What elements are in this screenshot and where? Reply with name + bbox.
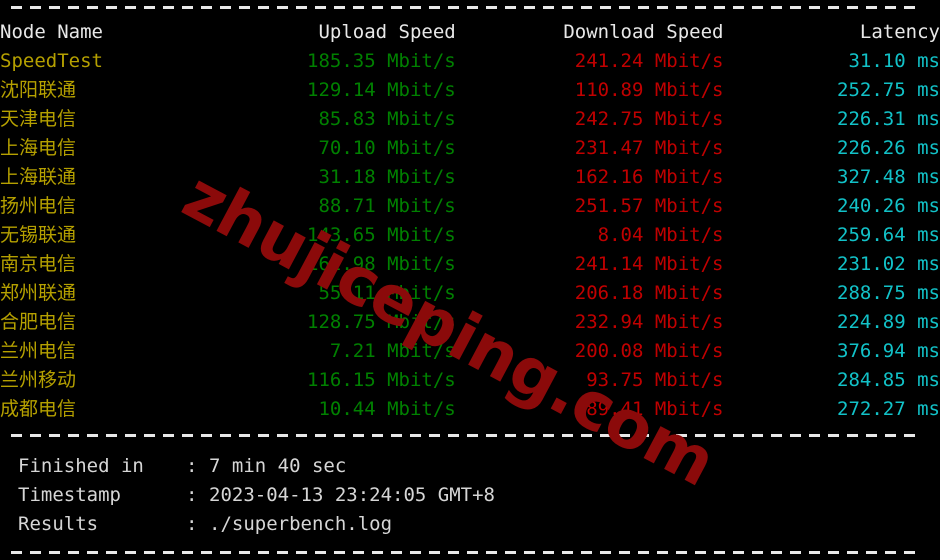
cell-download-speed: 162.16 Mbit/s (574, 166, 724, 188)
cell-latency: 226.26 ms (837, 137, 940, 159)
cell-latency: 226.31 ms (837, 108, 940, 130)
cell-upload-speed: 7.21 Mbit/s (329, 340, 456, 362)
column-header-latency: Latency (859, 21, 940, 43)
cell-node-name: 上海联通 (0, 166, 77, 188)
cell-download-speed: 110.89 Mbit/s (574, 79, 724, 101)
table-row: 成都电信 10.44 Mbit/s 189.41 Mbit/s 272.27 ms (0, 395, 940, 424)
cell-latency: 327.48 ms (837, 166, 940, 188)
footer-value: ./superbench.log (209, 513, 393, 535)
cell-node-name: 兰州移动 (0, 369, 77, 391)
cell-node-name: 成都电信 (0, 398, 77, 420)
table-row: 天津电信 85.83 Mbit/s 242.75 Mbit/s 226.31 ms (0, 105, 940, 134)
cell-latency: 252.75 ms (837, 79, 940, 101)
cell-node-name: 无锡联通 (0, 224, 77, 246)
cell-latency: 231.02 ms (837, 253, 940, 275)
footer-value: 7 min 40 sec (209, 455, 347, 477)
table-row: 合肥电信 128.75 Mbit/s 232.94 Mbit/s 224.89 ms (0, 308, 940, 337)
cell-upload-speed: 85.83 Mbit/s (318, 108, 456, 130)
cell-node-name: 扬州电信 (0, 195, 77, 217)
cell-download-speed: 241.24 Mbit/s (574, 50, 724, 72)
separator-middle (11, 434, 920, 437)
column-header-node-name: Node Name (0, 21, 103, 43)
cell-download-speed: 242.75 Mbit/s (574, 108, 724, 130)
cell-latency: 259.64 ms (837, 224, 940, 246)
cell-node-name: 郑州联通 (0, 282, 77, 304)
column-header-download-speed: Download Speed (563, 21, 724, 43)
cell-upload-speed: 70.10 Mbit/s (318, 137, 456, 159)
table-row: 郑州联通 55.11 Mbit/s 206.18 Mbit/s 288.75 ms (0, 279, 940, 308)
cell-node-name: 沈阳联通 (0, 79, 77, 101)
cell-node-name: 兰州电信 (0, 340, 77, 362)
terminal-window: Node Name Upload Speed Download Speed La… (0, 0, 940, 560)
cell-upload-speed: 128.75 Mbit/s (307, 311, 456, 333)
cell-upload-speed: 55.11 Mbit/s (318, 282, 456, 304)
cell-latency: 272.27 ms (837, 398, 940, 420)
cell-latency: 224.89 ms (837, 311, 940, 333)
cell-download-speed: 231.47 Mbit/s (574, 137, 724, 159)
cell-latency: 376.94 ms (837, 340, 940, 362)
footer-colon: : (186, 484, 198, 506)
cell-upload-speed: 88.71 Mbit/s (318, 195, 456, 217)
footer-line: Finished in:7 min 40 sec (0, 452, 940, 481)
table-row: SpeedTest 185.35 Mbit/s 241.24 Mbit/s 31.10… (0, 47, 940, 76)
cell-download-speed: 241.14 Mbit/s (574, 253, 724, 275)
table-row: 兰州电信 7.21 Mbit/s 200.08 Mbit/s 376.94 ms (0, 337, 940, 366)
cell-latency: 240.26 ms (837, 195, 940, 217)
speedtest-results-table: Node Name Upload Speed Download Speed La… (0, 18, 940, 424)
cell-node-name: 合肥电信 (0, 311, 77, 333)
summary-footer: Finished in:7 min 40 sec Timestamp:2023-0… (0, 452, 940, 539)
cell-upload-speed: 116.15 Mbit/s (307, 369, 456, 391)
cell-node-name: SpeedTest (0, 50, 103, 72)
cell-upload-speed: 143.65 Mbit/s (307, 224, 456, 246)
footer-label: Results (18, 513, 99, 535)
cell-node-name: 南京电信 (0, 253, 77, 275)
footer-colon: : (186, 513, 198, 535)
table-row: 南京电信 162.98 Mbit/s 241.14 Mbit/s 231.02 ms (0, 250, 940, 279)
cell-upload-speed: 129.14 Mbit/s (307, 79, 456, 101)
cell-upload-speed: 31.18 Mbit/s (318, 166, 456, 188)
cell-upload-speed: 162.98 Mbit/s (307, 253, 456, 275)
cell-download-speed: 232.94 Mbit/s (574, 311, 724, 333)
cell-upload-speed: 10.44 Mbit/s (318, 398, 456, 420)
cell-download-speed: 206.18 Mbit/s (574, 282, 724, 304)
cell-download-speed: 200.08 Mbit/s (574, 340, 724, 362)
table-row: 上海电信 70.10 Mbit/s 231.47 Mbit/s 226.26 ms (0, 134, 940, 163)
cell-download-speed: 8.04 Mbit/s (597, 224, 724, 246)
separator-top (11, 6, 920, 9)
table-body: SpeedTest 185.35 Mbit/s 241.24 Mbit/s 31.10… (0, 47, 940, 424)
table-row: 兰州移动 116.15 Mbit/s 93.75 Mbit/s 284.85 ms (0, 366, 940, 395)
footer-label: Timestamp (18, 484, 121, 506)
cell-latency: 288.75 ms (837, 282, 940, 304)
column-header-upload-speed: Upload Speed (318, 21, 456, 43)
table-row: 上海联通 31.18 Mbit/s 162.16 Mbit/s 327.48 ms (0, 163, 940, 192)
footer-colon: : (186, 455, 198, 477)
cell-download-speed: 189.41 Mbit/s (574, 398, 724, 420)
footer-line: Results: ./superbench.log (0, 510, 940, 539)
separator-bottom (11, 551, 920, 554)
cell-node-name: 上海电信 (0, 137, 77, 159)
table-row: 沈阳联通 129.14 Mbit/s 110.89 Mbit/s 252.75 ms (0, 76, 940, 105)
cell-download-speed: 93.75 Mbit/s (586, 369, 724, 391)
footer-line: Timestamp:2023-04-13 23:24:05 GMT+8 (0, 481, 940, 510)
footer-value: 2023-04-13 23:24:05 GMT+8 (209, 484, 495, 506)
table-row: 无锡联通 143.65 Mbit/s 8.04 Mbit/s 259.64 ms (0, 221, 940, 250)
footer-label: Finished in (18, 455, 144, 477)
cell-node-name: 天津电信 (0, 108, 77, 130)
cell-upload-speed: 185.35 Mbit/s (307, 50, 456, 72)
cell-latency: 31.10 ms (848, 50, 940, 72)
table-header-row: Node Name Upload Speed Download Speed La… (0, 18, 940, 47)
table-row: 扬州电信 88.71 Mbit/s 251.57 Mbit/s 240.26 ms (0, 192, 940, 221)
cell-latency: 284.85 ms (837, 369, 940, 391)
cell-download-speed: 251.57 Mbit/s (574, 195, 724, 217)
